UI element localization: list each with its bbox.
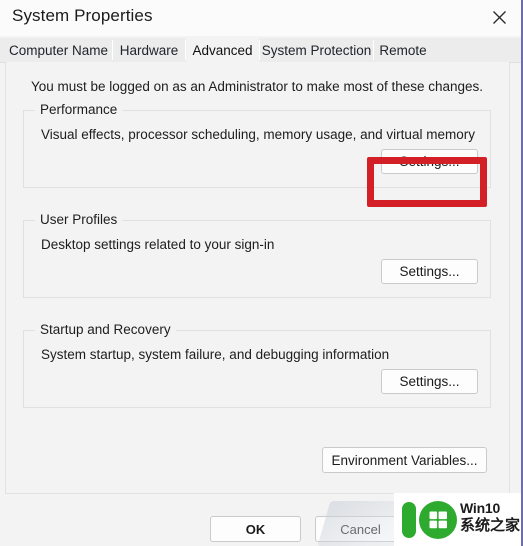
advanced-tab-panel: You must be logged on as an Administrato…: [5, 62, 510, 494]
user-profiles-settings-button[interactable]: Settings...: [381, 259, 478, 284]
title-bar: System Properties: [0, 0, 521, 36]
watermark-text: Win10 系统之家: [460, 500, 521, 534]
performance-description: Visual effects, processor scheduling, me…: [41, 127, 475, 142]
startup-recovery-description: System startup, system failure, and debu…: [41, 347, 390, 362]
close-icon: [492, 10, 507, 25]
watermark-plate: [394, 493, 521, 546]
tab-advanced[interactable]: Advanced: [186, 38, 259, 62]
watermark-brand: Win10: [460, 500, 501, 516]
user-profiles-group-legend: User Profiles: [35, 212, 123, 227]
window-title: System Properties: [12, 6, 153, 25]
performance-group: Performance Visual effects, processor sc…: [23, 102, 491, 188]
user-profiles-group: User Profiles Desktop settings related t…: [23, 212, 491, 298]
user-profiles-description: Desktop settings related to your sign-in: [41, 237, 275, 252]
environment-variables-button[interactable]: Environment Variables...: [322, 447, 487, 473]
tab-remote[interactable]: Remote: [374, 38, 432, 62]
performance-group-legend: Performance: [35, 102, 123, 117]
close-button[interactable]: [475, 0, 521, 34]
tab-system-protection[interactable]: System Protection: [260, 38, 373, 62]
startup-recovery-group: Startup and Recovery System startup, sys…: [23, 322, 491, 408]
tab-strip: Computer Name Hardware Advanced System P…: [0, 38, 521, 62]
cancel-button[interactable]: Cancel: [315, 516, 406, 542]
win10-logo-icon: [402, 501, 457, 539]
startup-recovery-group-legend: Startup and Recovery: [35, 322, 176, 337]
watermark: Win10 系统之家: [317, 493, 521, 546]
tab-computer-name[interactable]: Computer Name: [5, 38, 112, 62]
watermark-brand-cn: 系统之家: [460, 516, 521, 534]
performance-settings-button[interactable]: Settings...: [381, 149, 478, 174]
startup-recovery-settings-button[interactable]: Settings...: [381, 369, 478, 394]
tab-hardware[interactable]: Hardware: [113, 38, 185, 62]
system-properties-dialog: System Properties Computer Name Hardware…: [0, 0, 523, 546]
administrator-note: You must be logged on as an Administrato…: [31, 79, 484, 94]
ok-button[interactable]: OK: [210, 516, 301, 542]
